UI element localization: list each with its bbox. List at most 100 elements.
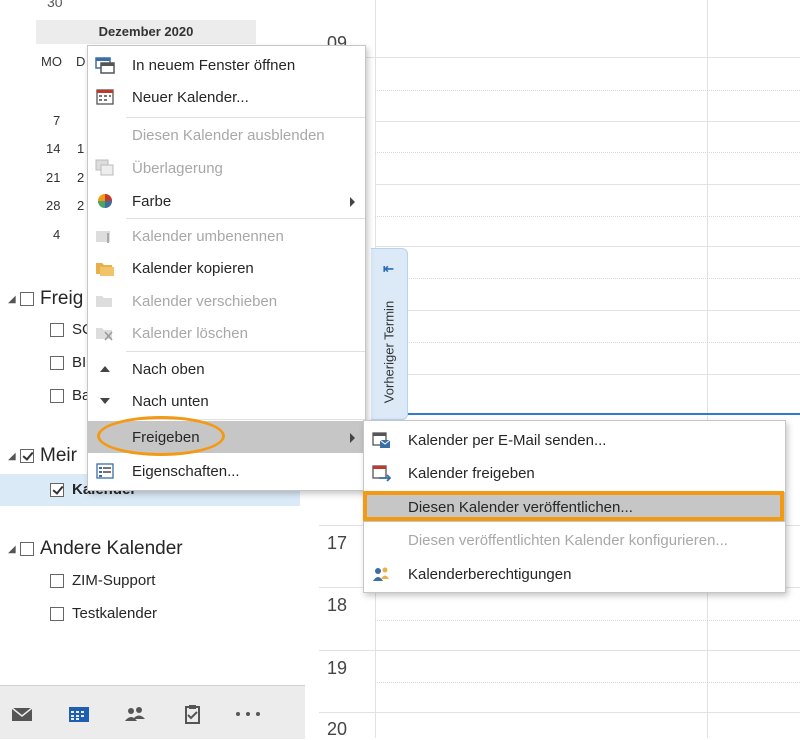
overlay-icon — [95, 159, 114, 176]
weekday-di: D — [76, 54, 86, 69]
half-hour-line — [375, 278, 800, 279]
menu-item-move-down[interactable]: Nach unten — [88, 385, 365, 417]
group-shared-label: Freig — [40, 288, 84, 309]
menu-item-label: Kalender kopieren — [132, 259, 254, 277]
group-shared-checkbox[interactable] — [20, 292, 34, 306]
mini-cal-day[interactable]: 21 — [46, 170, 60, 185]
calendar-checkbox[interactable] — [50, 388, 64, 403]
group-my-label: Meir — [40, 445, 77, 466]
calendar-checkbox[interactable] — [50, 355, 64, 370]
calendar-item[interactable]: ZIM-Support — [50, 572, 155, 589]
tasks-icon[interactable] — [178, 704, 206, 724]
collapse-triangle-icon[interactable]: ◢ — [8, 294, 20, 305]
submenu-arrow-icon — [350, 197, 355, 207]
menu-separator — [126, 218, 365, 219]
more-icon[interactable] — [234, 704, 262, 724]
group-other-label: Andere Kalender — [40, 538, 183, 559]
hour-label: 18 — [327, 595, 348, 615]
half-hour-line — [375, 216, 800, 217]
hour-line — [375, 374, 800, 375]
people-icon[interactable] — [121, 704, 149, 724]
mini-cal-day[interactable]: 14 — [46, 141, 60, 156]
menu-item-label: Diesen Kalender ausblenden — [132, 126, 325, 144]
menu-item-copy[interactable]: Kalender kopieren — [88, 252, 365, 284]
mini-cal-day[interactable]: 2 — [77, 198, 84, 213]
menu-separator — [126, 351, 365, 352]
move-folder-icon — [96, 296, 112, 307]
hour-line — [375, 121, 800, 122]
previous-appointment-label: Vorheriger Termin — [381, 300, 397, 403]
menu-item-move-up[interactable]: Nach oben — [88, 353, 365, 385]
menu-item-properties[interactable]: Eigenschaften... — [88, 455, 365, 487]
menu-separator — [126, 117, 365, 118]
submenu-item-permissions[interactable]: Kalenderberechtigungen — [364, 558, 785, 590]
calendar-checkbox[interactable] — [50, 482, 64, 497]
group-other-checkbox[interactable] — [20, 542, 34, 556]
calendar-label: BI — [72, 354, 87, 371]
calendar-item[interactable]: Testkalender — [50, 605, 157, 622]
menu-item-label: Überlagerung — [132, 159, 223, 177]
collapse-triangle-icon[interactable]: ◢ — [8, 544, 20, 555]
menu-item-label: Nach oben — [132, 360, 205, 378]
group-my-calendars[interactable]: ◢ Meir — [8, 445, 77, 467]
hour-line — [319, 712, 800, 713]
new-window-icon — [95, 57, 115, 74]
submenu-item-email-calendar[interactable]: Kalender per E-Mail senden... — [364, 424, 785, 456]
share-calendar-icon — [372, 465, 391, 482]
half-hour-line — [375, 682, 800, 683]
submenu-item-configure-published[interactable]: Diesen veröffentlichten Kalender konfigu… — [364, 524, 785, 556]
day-column-divider — [707, 0, 708, 738]
group-shared[interactable]: ◢ Freig — [8, 288, 83, 310]
menu-item-label: Kalenderberechtigungen — [408, 565, 572, 583]
mini-cal-day[interactable]: 28 — [46, 198, 60, 213]
calendar-checkbox[interactable] — [50, 573, 64, 588]
hour-label: 17 — [327, 533, 348, 553]
mini-cal-day[interactable]: 7 — [53, 113, 60, 128]
calendar-checkbox[interactable] — [50, 606, 64, 621]
menu-item-overlay[interactable]: Überlagerung — [88, 152, 365, 184]
group-other-calendars[interactable]: ◢ Andere Kalender — [8, 538, 183, 560]
calendar-label: Testkalender — [72, 605, 158, 622]
properties-icon — [96, 463, 114, 479]
copy-folder-icon — [96, 263, 114, 276]
menu-item-move[interactable]: Kalender verschieben — [88, 285, 365, 317]
mail-icon[interactable] — [8, 704, 36, 724]
menu-item-hide-calendar[interactable]: Diesen Kalender ausblenden — [88, 119, 365, 151]
mini-cal-day[interactable]: 2 — [77, 170, 84, 185]
hour-line — [319, 650, 800, 651]
calendar-icon[interactable] — [65, 704, 93, 724]
menu-item-label: Neuer Kalender... — [132, 88, 249, 106]
hour-label: 19 — [327, 658, 348, 678]
hour-line — [375, 310, 800, 311]
calendar-item[interactable]: BI — [50, 354, 86, 371]
group-my-checkbox[interactable] — [20, 449, 34, 463]
menu-item-label: Kalender umbenennen — [132, 227, 284, 245]
calendar-label: ZIM-Support — [72, 572, 156, 589]
rename-icon — [96, 231, 110, 243]
half-hour-line — [375, 152, 800, 153]
menu-item-rename[interactable]: Kalender umbenennen — [88, 220, 365, 252]
mini-cal-month-label[interactable]: Dezember 2020 — [36, 20, 256, 44]
menu-item-label: Kalender verschieben — [132, 292, 278, 310]
menu-item-label: Kalender löschen — [132, 324, 248, 342]
menu-item-color[interactable]: Farbe — [88, 185, 365, 217]
weekday-mo: MO — [41, 54, 62, 69]
menu-item-open-new-window[interactable]: In neuem Fenster öffnen — [88, 49, 365, 81]
submenu-item-share-calendar[interactable]: Kalender freigeben — [364, 457, 785, 489]
menu-item-new-calendar[interactable]: Neuer Kalender... — [88, 81, 365, 113]
calendar-item[interactable]: Ba — [50, 387, 90, 404]
mini-cal-day[interactable]: 4 — [53, 227, 60, 242]
half-hour-line — [375, 620, 800, 621]
menu-item-label: Kalender per E-Mail senden... — [408, 431, 607, 449]
delete-folder-icon — [96, 328, 113, 341]
menu-item-label: Kalender freigeben — [408, 464, 535, 482]
menu-item-delete[interactable]: Kalender löschen — [88, 317, 365, 349]
calendar-checkbox[interactable] — [50, 322, 64, 337]
mini-cal-day[interactable]: 1 — [77, 141, 84, 156]
hour-line — [375, 184, 800, 185]
collapse-triangle-icon[interactable]: ◢ — [8, 451, 20, 462]
previous-appointment-tab[interactable]: ⇤ Vorheriger Termin — [371, 248, 408, 420]
color-icon — [98, 194, 112, 208]
permissions-icon — [373, 567, 389, 581]
arrow-left-bar-icon: ⇤ — [383, 261, 394, 276]
